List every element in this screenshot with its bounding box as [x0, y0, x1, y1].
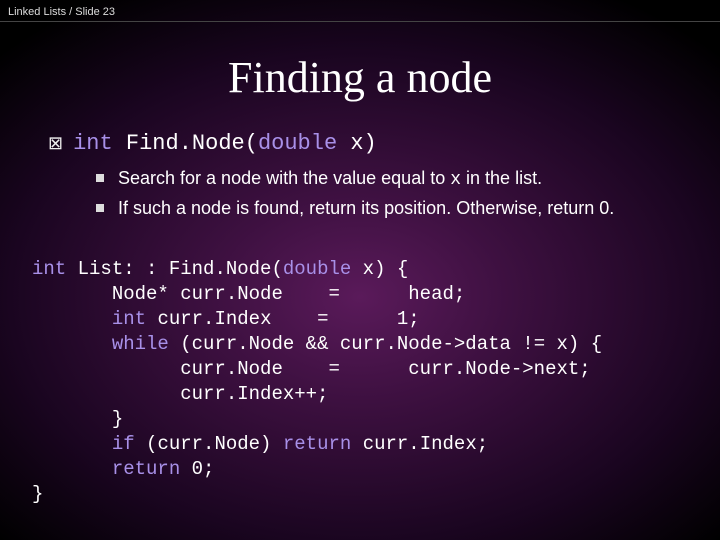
square-bullet-icon: [96, 174, 104, 182]
bullet-level1: ⊠ int Find.Node(double x): [48, 131, 690, 156]
keyword-int: int: [32, 258, 66, 280]
keyword-return: return: [283, 433, 351, 455]
bullet-level2: If such a node is found, return its posi…: [96, 196, 690, 220]
bullet-text: If such a node is found, return its posi…: [118, 196, 690, 220]
slide-title: Finding a node: [0, 52, 720, 103]
bullet-level2: Search for a node with the value equal t…: [96, 166, 690, 192]
slide-header: Linked Lists / Slide 23: [0, 0, 720, 22]
keyword-while: while: [112, 333, 169, 355]
code-block: int List: : Find.Node(double x) { Node* …: [32, 257, 690, 508]
keyword-return: return: [112, 458, 180, 480]
slide-content: ⊠ int Find.Node(double x) Search for a n…: [0, 131, 720, 507]
keyword-int: int: [73, 131, 113, 156]
keyword-if: if: [112, 433, 135, 455]
function-signature: int Find.Node(double x): [73, 131, 377, 156]
keyword-int: int: [112, 308, 146, 330]
keyword-double: double: [258, 131, 337, 156]
bullet-text: Search for a node with the value equal t…: [118, 166, 690, 192]
square-bullet-icon: [96, 204, 104, 212]
inline-code-x: x: [450, 170, 461, 190]
keyword-double: double: [283, 258, 351, 280]
breadcrumb: Linked Lists / Slide 23: [8, 6, 115, 18]
sub-bullets: Search for a node with the value equal t…: [96, 166, 690, 221]
crossed-box-icon: ⊠: [48, 133, 63, 154]
